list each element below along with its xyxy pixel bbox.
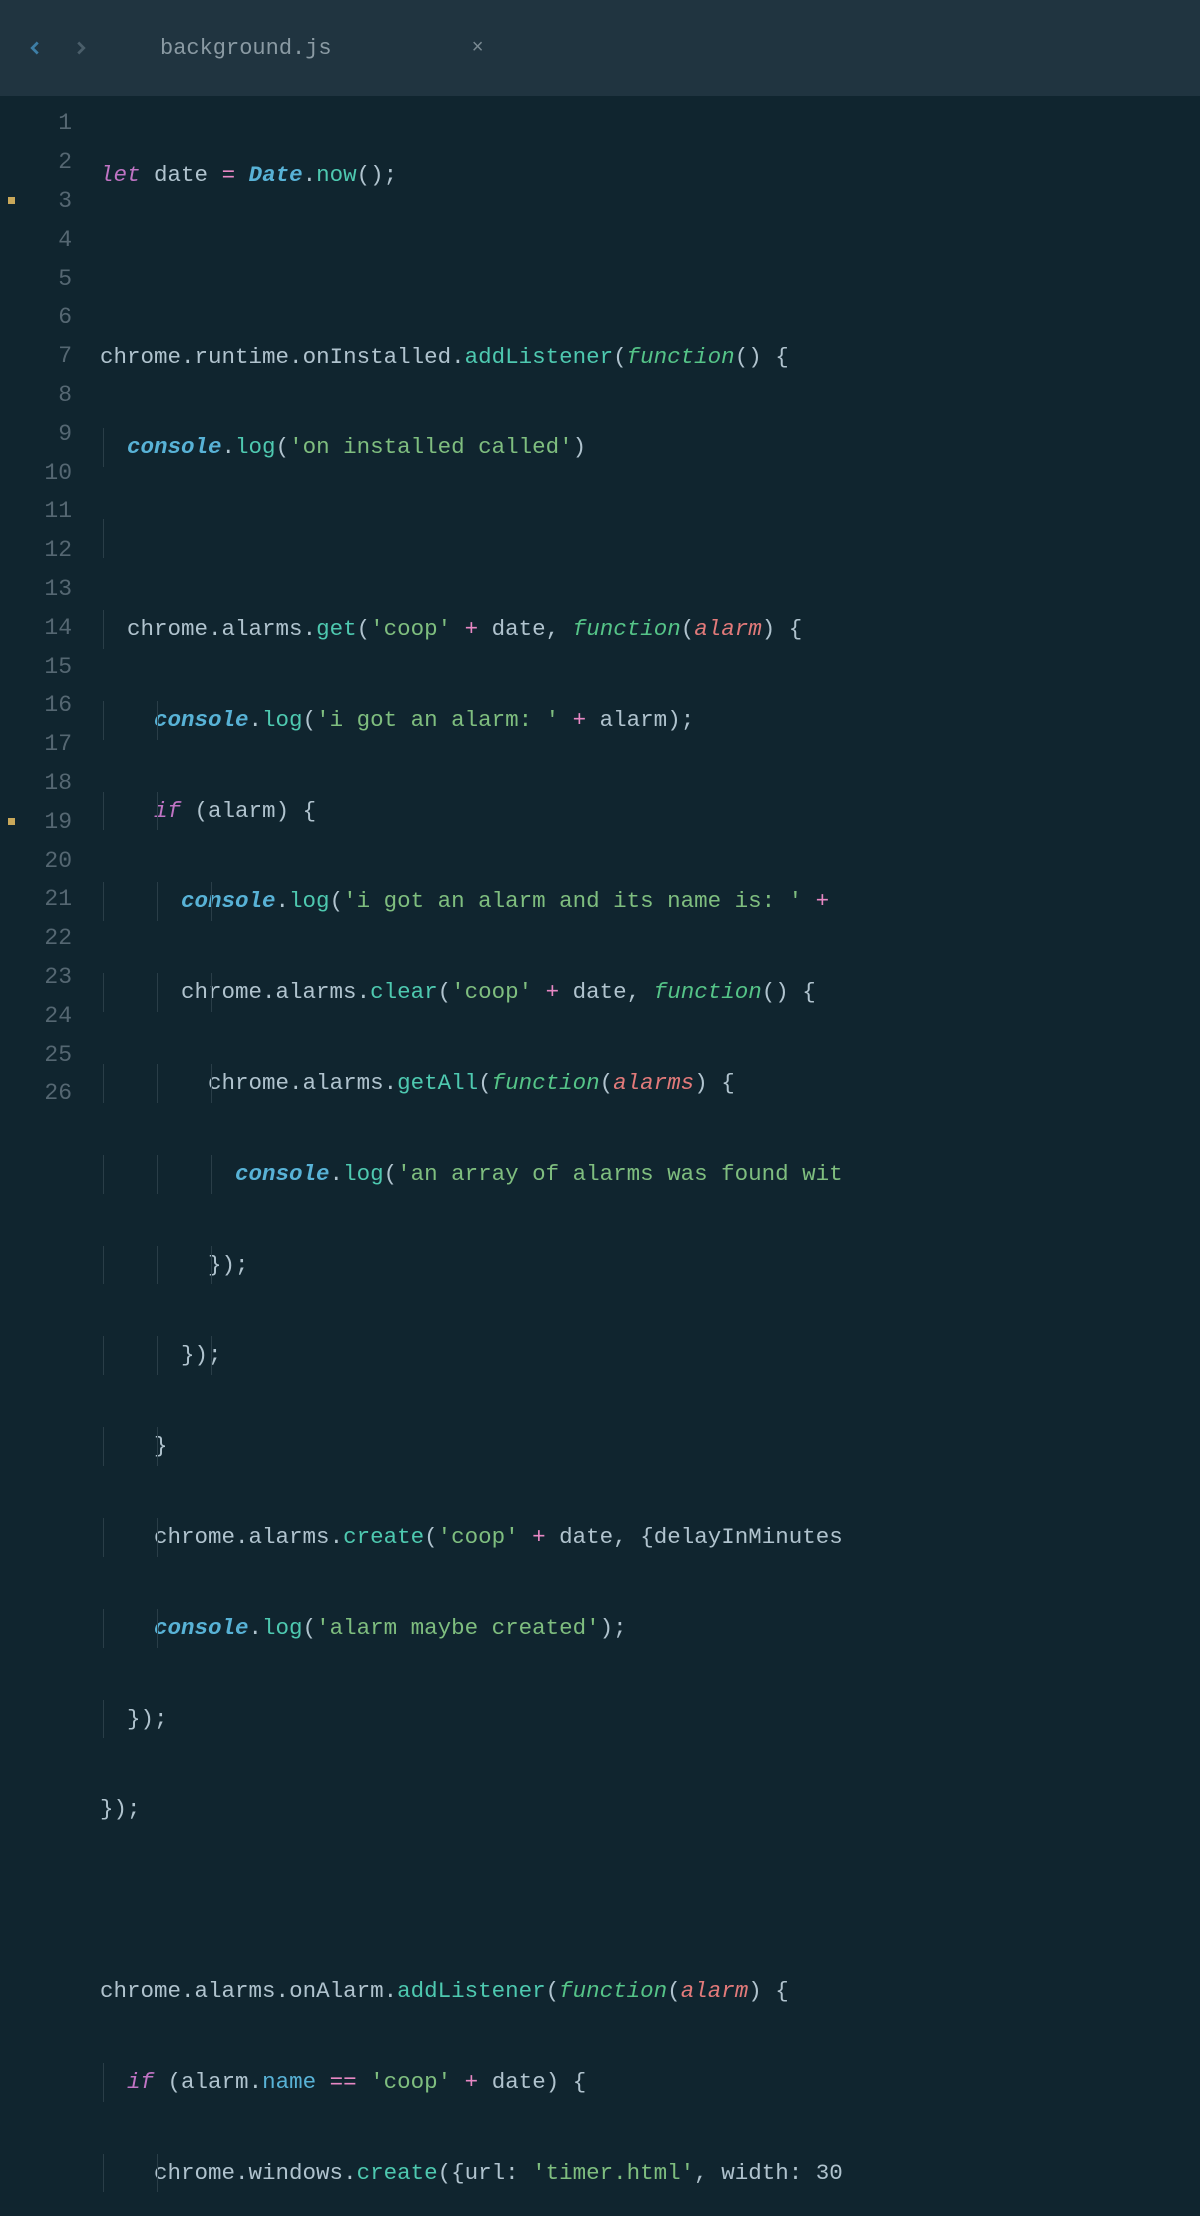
code-line[interactable]: }: [100, 1427, 1200, 1466]
gutter: 1 2 3 4 5 6 7 8 9 10 11 12 13 14 15 16 1…: [0, 96, 100, 2216]
code-line[interactable]: if (alarm.name == 'coop' + date) {: [100, 2063, 1200, 2102]
editor: 1 2 3 4 5 6 7 8 9 10 11 12 13 14 15 16 1…: [0, 96, 1200, 2216]
code-line[interactable]: });: [100, 1246, 1200, 1285]
code-line[interactable]: console.log('i got an alarm and its name…: [100, 882, 1200, 921]
line-number: 1: [58, 110, 72, 136]
code-line[interactable]: });: [100, 1790, 1200, 1829]
code-line[interactable]: console.log('alarm maybe created');: [100, 1609, 1200, 1648]
line-number: 14: [44, 615, 72, 641]
line-number: 3: [58, 188, 72, 214]
back-arrow-icon[interactable]: [24, 37, 46, 59]
forward-arrow-icon[interactable]: [70, 37, 92, 59]
code-line[interactable]: [100, 247, 1200, 286]
line-number: 2: [58, 149, 72, 175]
code-line[interactable]: console.log('an array of alarms was foun…: [100, 1155, 1200, 1194]
line-number: 19: [44, 809, 72, 835]
code-line[interactable]: chrome.alarms.onAlarm.addListener(functi…: [100, 1972, 1200, 2011]
line-number: 13: [44, 576, 72, 602]
code-line[interactable]: chrome.alarms.getAll(function(alarms) {: [100, 1064, 1200, 1103]
code-line[interactable]: let date = Date.now();: [100, 156, 1200, 195]
code-line[interactable]: [100, 519, 1200, 558]
code-line[interactable]: console.log('on installed called'): [100, 428, 1200, 467]
line-number: 25: [44, 1042, 72, 1068]
gutter-marker-icon: [8, 197, 15, 204]
code-line[interactable]: chrome.alarms.clear('coop' + date, funct…: [100, 973, 1200, 1012]
line-number: 23: [44, 964, 72, 990]
line-number: 9: [58, 421, 72, 447]
code-line[interactable]: chrome.alarms.get('coop' + date, functio…: [100, 610, 1200, 649]
close-icon[interactable]: ×: [472, 37, 484, 60]
line-number: 26: [44, 1080, 72, 1106]
code-line[interactable]: });: [100, 1700, 1200, 1739]
code-line[interactable]: chrome.alarms.create('coop' + date, {del…: [100, 1518, 1200, 1557]
code-line[interactable]: if (alarm) {: [100, 792, 1200, 831]
line-number: 12: [44, 537, 72, 563]
nav-arrows: [24, 37, 92, 59]
line-number: 5: [58, 266, 72, 292]
line-number: 11: [44, 498, 72, 524]
tab-background-js[interactable]: background.js ×: [148, 0, 496, 96]
line-number: 21: [44, 886, 72, 912]
tab-label: background.js: [160, 36, 332, 61]
line-number: 20: [44, 848, 72, 874]
line-number: 8: [58, 382, 72, 408]
code-line[interactable]: console.log('i got an alarm: ' + alarm);: [100, 701, 1200, 740]
code-line[interactable]: chrome.windows.create({url: 'timer.html'…: [100, 2154, 1200, 2193]
code-pane[interactable]: let date = Date.now(); chrome.runtime.on…: [100, 96, 1200, 2216]
line-number: 7: [58, 343, 72, 369]
gutter-marker-icon: [8, 818, 15, 825]
line-number: 15: [44, 654, 72, 680]
line-number: 17: [44, 731, 72, 757]
line-number: 22: [44, 925, 72, 951]
line-number: 18: [44, 770, 72, 796]
code-line[interactable]: [100, 1881, 1200, 1920]
line-number: 16: [44, 692, 72, 718]
titlebar: background.js ×: [0, 0, 1200, 96]
code-line[interactable]: chrome.runtime.onInstalled.addListener(f…: [100, 338, 1200, 377]
line-number: 10: [44, 460, 72, 486]
line-number: 24: [44, 1003, 72, 1029]
line-number: 6: [58, 304, 72, 330]
line-number: 4: [58, 227, 72, 253]
code-line[interactable]: });: [100, 1336, 1200, 1375]
